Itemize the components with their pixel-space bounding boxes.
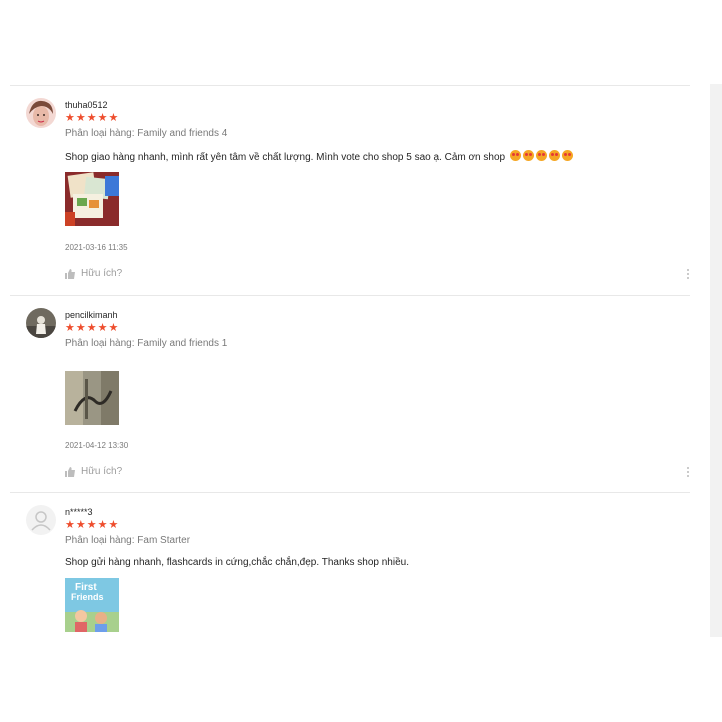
heart-eyes-emoji-icon	[535, 150, 547, 161]
review-list: thuha0512 ★★★★★ Phân loại hàng: Family a…	[10, 85, 690, 653]
heart-eyes-emoji-icon	[509, 150, 521, 161]
reviewer-name[interactable]: pencilkimanh	[65, 310, 118, 320]
review-date: 2021-03-16 11:35	[65, 243, 128, 252]
heart-eyes-emoji-icon	[522, 150, 534, 161]
star-rating: ★★★★★	[65, 112, 120, 124]
avatar[interactable]	[26, 308, 56, 338]
reviewer-name[interactable]: n*****3	[65, 507, 93, 517]
helpful-button[interactable]: Hữu ích?	[65, 466, 122, 477]
avatar[interactable]	[26, 505, 56, 535]
thumbs-up-icon	[65, 268, 75, 279]
review-comment-text: Shop giao hàng nhanh, mình rất yên tâm v…	[65, 152, 506, 163]
review-photo[interactable]: First Friends	[65, 578, 119, 632]
helpful-label: Hữu ích?	[81, 268, 123, 279]
star-rating: ★★★★★	[65, 322, 120, 334]
default-user-icon	[31, 511, 51, 531]
review-item: thuha0512 ★★★★★ Phân loại hàng: Family a…	[10, 85, 690, 295]
product-variation: Phân loại hàng: Family and friends 4	[65, 128, 228, 139]
product-variation: Phân loại hàng: Family and friends 1	[65, 338, 228, 349]
review-photo[interactable]	[65, 371, 119, 425]
more-vertical-icon[interactable]	[687, 467, 690, 479]
review-photo[interactable]	[65, 172, 119, 226]
avatar[interactable]	[26, 98, 56, 128]
thumbs-up-icon	[65, 466, 75, 477]
more-vertical-icon[interactable]	[687, 269, 690, 281]
review-item: n*****3 ★★★★★ Phân loại hàng: Fam Starte…	[10, 492, 690, 653]
heart-eyes-emoji-icon	[561, 150, 573, 161]
helpful-label: Hữu ích?	[81, 466, 123, 477]
cover-text: Friends	[71, 592, 104, 602]
star-rating: ★★★★★	[65, 519, 120, 531]
review-comment: Shop giao hàng nhanh, mình rất yên tâm v…	[65, 150, 573, 163]
product-variation: Phân loại hàng: Fam Starter	[65, 535, 191, 546]
scrollbar-track[interactable]	[710, 84, 722, 637]
review-item: pencilkimanh ★★★★★ Phân loại hàng: Famil…	[10, 295, 690, 492]
helpful-button[interactable]: Hữu ích?	[65, 268, 122, 279]
heart-eyes-emoji-icon	[548, 150, 560, 161]
review-date: 2021-04-12 13:30	[65, 441, 129, 450]
reviewer-name[interactable]: thuha0512	[65, 100, 108, 110]
review-comment: Shop gửi hàng nhanh, flashcards in cứng,…	[65, 557, 409, 568]
